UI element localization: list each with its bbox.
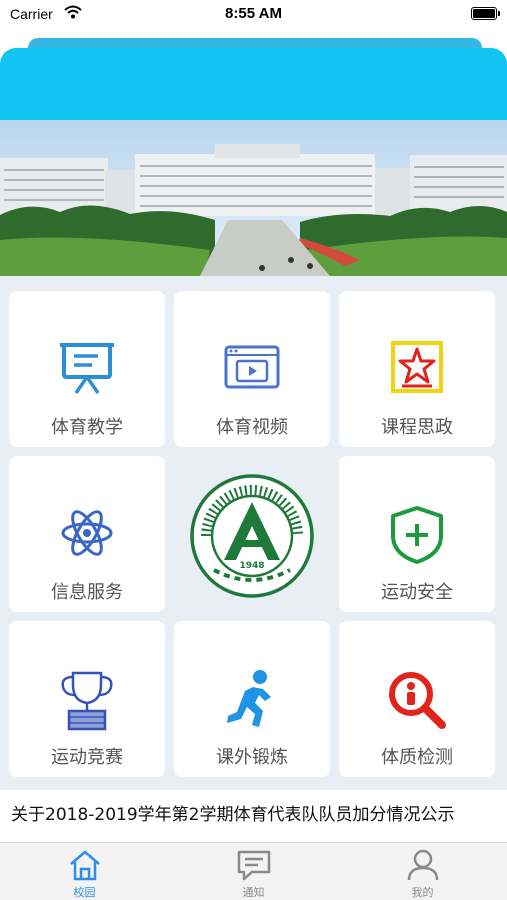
news-ticker[interactable]: 关于2018-2019学年第2学期体育代表队队员加分情况公示 [0, 790, 507, 842]
tab-label: 通知 [242, 886, 265, 899]
news-headline[interactable]: 关于2018-2019学年第2学期体育代表队队员加分情况公示 [11, 800, 499, 825]
clock: 8:55 AM [225, 5, 282, 22]
tile-course-ideology[interactable]: 课程思政 [339, 291, 495, 447]
video-play-icon [224, 345, 280, 389]
tile-fitness-test[interactable]: 体质检测 [339, 621, 495, 777]
logo-year: 1948 [239, 561, 264, 571]
tile-exercise[interactable]: 课外锻炼 [174, 621, 330, 777]
tile-label: 信息服务 [51, 582, 123, 603]
tab-label: 我的 [411, 886, 434, 899]
tile-label: 体育教学 [51, 417, 123, 438]
header-bar [0, 48, 507, 120]
tab-label: 校园 [73, 886, 96, 899]
tile-competition[interactable]: 运动竞赛 [9, 621, 165, 777]
tab-campus[interactable]: 校园 [0, 843, 169, 900]
search-person-icon [389, 672, 446, 729]
message-icon [237, 850, 270, 881]
person-icon [407, 849, 438, 881]
tile-label: 课外锻炼 [216, 747, 288, 768]
battery-icon [471, 7, 500, 20]
atom-icon [61, 510, 113, 556]
tile-label: 运动安全 [381, 582, 453, 603]
campus-photo [0, 120, 507, 276]
tab-notice[interactable]: 通知 [169, 843, 338, 900]
shield-plus-icon [391, 506, 443, 564]
status-bar: Carrier 8:55 AM [0, 0, 507, 28]
red-star-flag-icon [391, 341, 443, 393]
presentation-board-icon [60, 343, 114, 394]
tile-label: 体质检测 [381, 747, 453, 768]
home-icon [69, 850, 100, 881]
university-logo: 1948 [190, 474, 314, 598]
campus-banner[interactable] [0, 120, 507, 276]
tab-mine[interactable]: 我的 [338, 843, 507, 900]
tile-label: 运动竞赛 [51, 747, 123, 768]
tile-info-service[interactable]: 信息服务 [9, 456, 165, 612]
tile-pe-video[interactable]: 体育视频 [174, 291, 330, 447]
feature-grid: 体育教学 体育视频 课程思政 信息服务 运动安全 运动竞赛 课外锻炼 体质检测 … [0, 276, 507, 790]
trophy-icon [61, 671, 113, 731]
running-person-icon [227, 670, 271, 727]
tile-sport-safety[interactable]: 运动安全 [339, 456, 495, 612]
tab-bar: 校园 通知 我的 [0, 842, 507, 900]
tile-label: 课程思政 [381, 417, 453, 438]
tile-pe-teaching[interactable]: 体育教学 [9, 291, 165, 447]
tile-label: 体育视频 [216, 417, 288, 438]
